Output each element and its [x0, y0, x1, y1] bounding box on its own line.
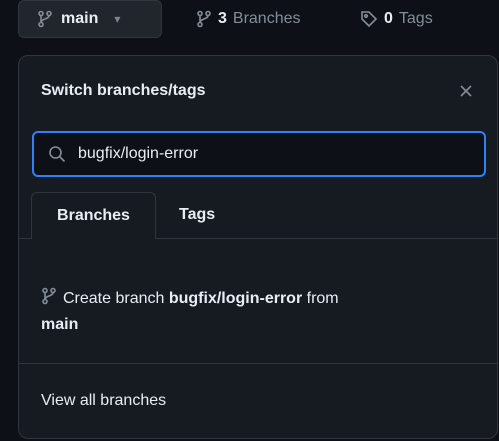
search-icon	[48, 145, 66, 163]
source-branch-name: main	[41, 316, 79, 333]
branches-label: Branches	[232, 10, 301, 27]
create-branch-from: from	[302, 290, 339, 307]
branches-count: 3	[218, 10, 227, 27]
panel-title: Switch branches/tags	[41, 82, 206, 99]
tab-branches[interactable]: Branches	[31, 192, 156, 239]
create-branch-prefix: Create branch	[63, 290, 169, 307]
tags-count: 0	[384, 10, 393, 27]
branch-selector-button[interactable]: main ▾	[18, 0, 162, 38]
view-all-branches-link[interactable]: View all branches	[41, 392, 166, 410]
create-branch-option[interactable]: Create branch bugfix/login-error from ma…	[41, 286, 371, 338]
branches-count-link[interactable]: 3 Branches	[196, 10, 301, 28]
branch-icon	[196, 10, 212, 28]
branch-tag-tabs: Branches Tags	[19, 192, 497, 239]
panel-header: Switch branches/tags	[19, 56, 497, 116]
tab-tags[interactable]: Tags	[179, 192, 215, 238]
branch-switcher-panel: Switch branches/tags Branches Tags Creat…	[18, 55, 498, 439]
chevron-down-icon: ▾	[114, 12, 121, 26]
tags-label: Tags	[398, 10, 433, 27]
current-branch-name: main	[61, 10, 99, 27]
repo-header-bar: main ▾ 3 Branches 0 Tags	[0, 0, 499, 44]
tag-icon	[360, 10, 378, 28]
branch-icon	[37, 10, 53, 28]
branch-icon	[41, 287, 57, 305]
close-icon[interactable]	[457, 82, 475, 100]
divider	[19, 363, 497, 364]
tags-count-link[interactable]: 0 Tags	[360, 10, 433, 28]
branch-search-input[interactable]	[76, 144, 470, 164]
branch-search-field[interactable]	[32, 131, 486, 177]
new-branch-name: bugfix/login-error	[168, 290, 303, 307]
